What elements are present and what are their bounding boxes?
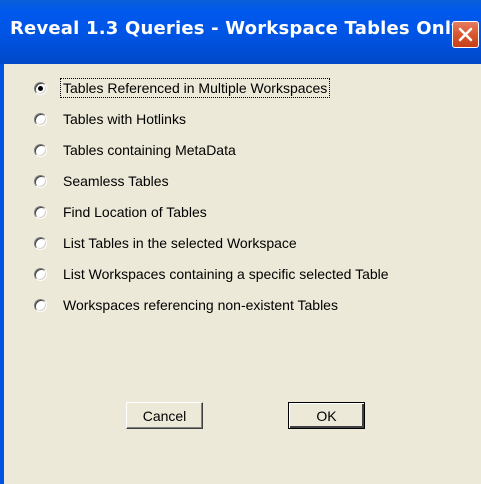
option-hotlinks[interactable]: Tables with Hotlinks bbox=[34, 106, 188, 132]
option-label: Find Location of Tables bbox=[63, 204, 207, 220]
radio-button[interactable] bbox=[34, 112, 47, 126]
option-list-workspaces[interactable]: List Workspaces containing a specific se… bbox=[34, 261, 391, 287]
option-label: Tables with Hotlinks bbox=[63, 111, 186, 127]
window-frame-left bbox=[0, 64, 4, 484]
option-label: Tables Referenced in Multiple Workspaces bbox=[59, 78, 331, 98]
option-multiple-workspaces[interactable]: Tables Referenced in Multiple Workspaces bbox=[34, 75, 331, 101]
option-label: List Tables in the selected Workspace bbox=[63, 235, 297, 251]
radio-button[interactable] bbox=[34, 174, 47, 188]
radio-button[interactable] bbox=[34, 143, 47, 157]
window-title: Reveal 1.3 Queries - Workspace Tables On… bbox=[10, 18, 464, 39]
ok-button[interactable]: OK bbox=[288, 402, 365, 429]
dialog-window: Reveal 1.3 Queries - Workspace Tables On… bbox=[0, 0, 481, 484]
radio-button[interactable] bbox=[34, 81, 47, 95]
option-find-location[interactable]: Find Location of Tables bbox=[34, 199, 209, 225]
cancel-button[interactable]: Cancel bbox=[126, 402, 203, 429]
close-button[interactable] bbox=[452, 21, 479, 48]
option-label: List Workspaces containing a specific se… bbox=[63, 266, 389, 282]
option-seamless[interactable]: Seamless Tables bbox=[34, 168, 171, 194]
radio-button[interactable] bbox=[34, 236, 47, 250]
radio-button[interactable] bbox=[34, 267, 47, 281]
radio-button[interactable] bbox=[34, 205, 47, 219]
option-label: Seamless Tables bbox=[63, 173, 169, 189]
option-metadata[interactable]: Tables containing MetaData bbox=[34, 137, 238, 163]
option-list-tables[interactable]: List Tables in the selected Workspace bbox=[34, 230, 299, 256]
option-label: Workspaces referencing non-existent Tabl… bbox=[63, 297, 338, 313]
radio-button[interactable] bbox=[34, 298, 47, 312]
option-label: Tables containing MetaData bbox=[63, 142, 236, 158]
option-non-existent[interactable]: Workspaces referencing non-existent Tabl… bbox=[34, 292, 340, 318]
title-bar[interactable]: Reveal 1.3 Queries - Workspace Tables On… bbox=[0, 0, 481, 64]
close-icon bbox=[458, 27, 473, 42]
